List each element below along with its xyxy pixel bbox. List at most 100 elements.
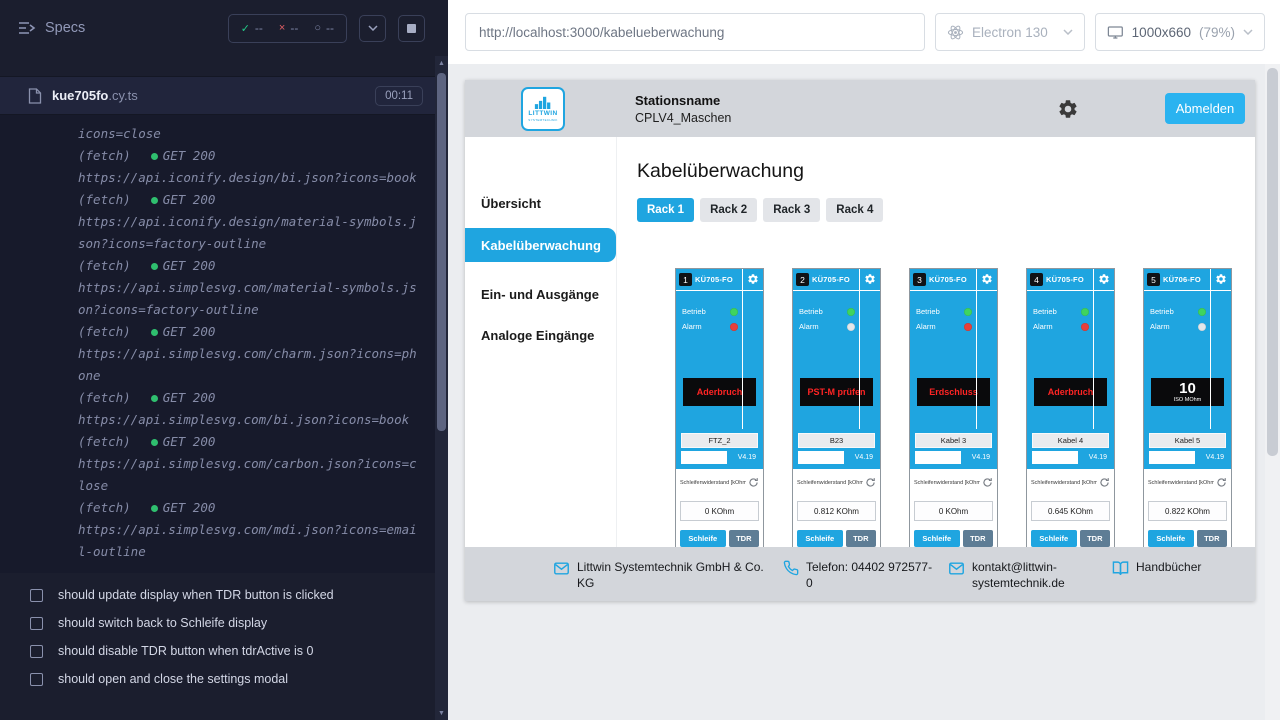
tdr-button[interactable]: TDR [1080,530,1110,547]
scroll-up-icon[interactable]: ▲ [435,56,448,70]
viewport-select[interactable]: 1000x660 (79%) [1095,13,1265,51]
browser-select[interactable]: Electron 130 [935,13,1085,51]
device-model: KÜ705-FO [812,275,850,284]
log-entry[interactable]: (fetch)GET 200 https://api.iconify.desig… [78,145,419,189]
chevron-down-icon [368,25,378,31]
slot-number: 5 [1147,273,1160,286]
test-stats: ✓-- ×-- ○-- [228,14,347,43]
collapse-runs-button[interactable] [359,15,386,42]
test-state-icon [30,673,43,686]
tdr-button[interactable]: TDR [729,530,759,547]
card-settings-icon[interactable] [981,273,993,285]
spec-file-row[interactable]: kue705fo.cy.ts 00:11 [0,76,435,115]
tdr-button[interactable]: TDR [963,530,993,547]
sidebar-item-ein-und-ausgaenge[interactable]: Ein- und Ausgänge [465,278,616,310]
resistance-value: 0 KOhm [914,501,993,521]
refresh-icon[interactable] [748,477,759,488]
station-name: CPLV4_Maschen [635,111,731,125]
log-entry[interactable]: (fetch)GET 200 https://api.simplesvg.com… [78,431,419,497]
runner-topbar: Specs ✓-- ×-- ○-- [0,0,435,56]
passed-icon: ✓ [241,22,250,35]
footer-manuals-link[interactable]: Handbücher [1112,559,1201,577]
log-entry[interactable]: (fetch)GET 200 https://api.iconify.desig… [78,189,419,255]
url-bar[interactable]: http://localhost:3000/kabelueberwachung [465,13,925,51]
cable-name: Kabel 4 [1032,433,1109,448]
station-info: Stationsname CPLV4_Maschen [635,93,731,125]
app-footer: Littwin Systemtechnik GmbH & Co. KG Tele… [465,547,1255,601]
stop-run-button[interactable] [398,15,425,42]
zoom-level: (79%) [1199,25,1235,40]
refresh-icon[interactable] [982,477,993,488]
cable-name: Kabel 5 [1149,433,1226,448]
scrollbar-thumb[interactable] [437,73,446,431]
log-entry[interactable]: (fetch)GET 200 https://api.simplesvg.com… [78,321,419,387]
refresh-icon[interactable] [1216,477,1227,488]
runner-content: Specs ✓-- ×-- ○-- kue705fo.cy.ts 00:11 i… [0,0,435,720]
pending-icon: ○ [314,22,321,34]
refresh-icon[interactable] [865,477,876,488]
device-model: KÜ705-FO [695,275,733,284]
card-settings-icon[interactable] [864,273,876,285]
get-status-dot-icon [151,505,158,512]
app-body: Übersicht Kabelüberwachung Ein- und Ausg… [465,137,1255,601]
test-item[interactable]: should switch back to Schleife display [0,609,435,637]
electron-icon [947,24,964,41]
scroll-down-icon[interactable]: ▼ [435,706,448,720]
firmware-version: V4.19 [961,451,992,464]
tab-rack-1[interactable]: Rack 1 [637,198,694,222]
settings-gear-icon[interactable] [1057,98,1079,120]
schleife-button[interactable]: Schleife [1031,530,1077,547]
footer-phone[interactable]: Telefon: 04402 972577-0 [783,559,938,591]
display-field [915,451,961,464]
logout-button[interactable]: Abmelden [1165,93,1245,124]
display-field [798,451,844,464]
specs-label: Specs [45,20,85,36]
aut-panel: http://localhost:3000/kabelueberwachung … [448,0,1280,720]
tdr-button[interactable]: TDR [1197,530,1227,547]
alarm-led [730,323,738,331]
tab-rack-4[interactable]: Rack 4 [826,198,883,222]
device-model: KÜ706-FO [1163,275,1201,284]
sidebar-item-analoge-eingaenge[interactable]: Analoge Eingänge [465,319,616,351]
test-item[interactable]: should disable TDR button when tdrActive… [0,637,435,665]
card-settings-icon[interactable] [1215,273,1227,285]
email-icon [948,560,965,577]
tab-rack-3[interactable]: Rack 3 [763,198,820,222]
schleife-button[interactable]: Schleife [914,530,960,547]
tdr-button[interactable]: TDR [846,530,876,547]
device-card-1: 1 KÜ705-FO Betrieb Alarm Aderbruch FTZ_2 [675,268,764,568]
app-header: LITTWIN SYSTEMTECHNIK Stationsname CPLV4… [465,80,1255,137]
command-log: icons=close (fetch)GET 200 https://api.i… [0,115,435,573]
schleife-button[interactable]: Schleife [797,530,843,547]
log-line-partial[interactable]: icons=close [78,123,419,145]
schleife-button[interactable]: Schleife [1148,530,1194,547]
slot-number: 1 [679,273,692,286]
tab-rack-2[interactable]: Rack 2 [700,198,757,222]
slot-number: 2 [796,273,809,286]
betrieb-led [847,308,855,316]
cable-name: B23 [798,433,875,448]
test-item[interactable]: should update display when TDR button is… [0,581,435,609]
log-entry[interactable]: (fetch)GET 200 https://api.simplesvg.com… [78,255,419,321]
test-item[interactable]: should open and close the settings modal [0,665,435,693]
specs-sidebar-toggle[interactable]: Specs [18,20,85,36]
device-card-4: 4 KÜ705-FO Betrieb Alarm Aderbruch Kabel… [1026,268,1115,568]
card-settings-icon[interactable] [747,273,759,285]
test-state-icon [30,617,43,630]
page-title: Kabelüberwachung [637,158,1255,184]
rack-tabs: Rack 1 Rack 2 Rack 3 Rack 4 [637,198,1255,222]
alarm-led [1198,323,1206,331]
refresh-icon[interactable] [1099,477,1110,488]
display-field [1032,451,1078,464]
sidebar-item-uebersicht[interactable]: Übersicht [465,187,616,219]
stage-scrollbar-thumb[interactable] [1267,68,1278,456]
schleife-button[interactable]: Schleife [680,530,726,547]
slot-number: 4 [1030,273,1043,286]
log-entry[interactable]: (fetch)GET 200 https://api.simplesvg.com… [78,497,419,563]
log-entry[interactable]: (fetch)GET 200 https://api.simplesvg.com… [78,387,419,431]
sidebar-item-kabelueberwachung[interactable]: Kabelüberwachung [465,228,616,262]
firmware-version: V4.19 [1078,451,1109,464]
card-settings-icon[interactable] [1098,273,1110,285]
cable-name: Kabel 3 [915,433,992,448]
footer-email[interactable]: kontakt@littwin-systemtechnik.de [948,559,1076,591]
